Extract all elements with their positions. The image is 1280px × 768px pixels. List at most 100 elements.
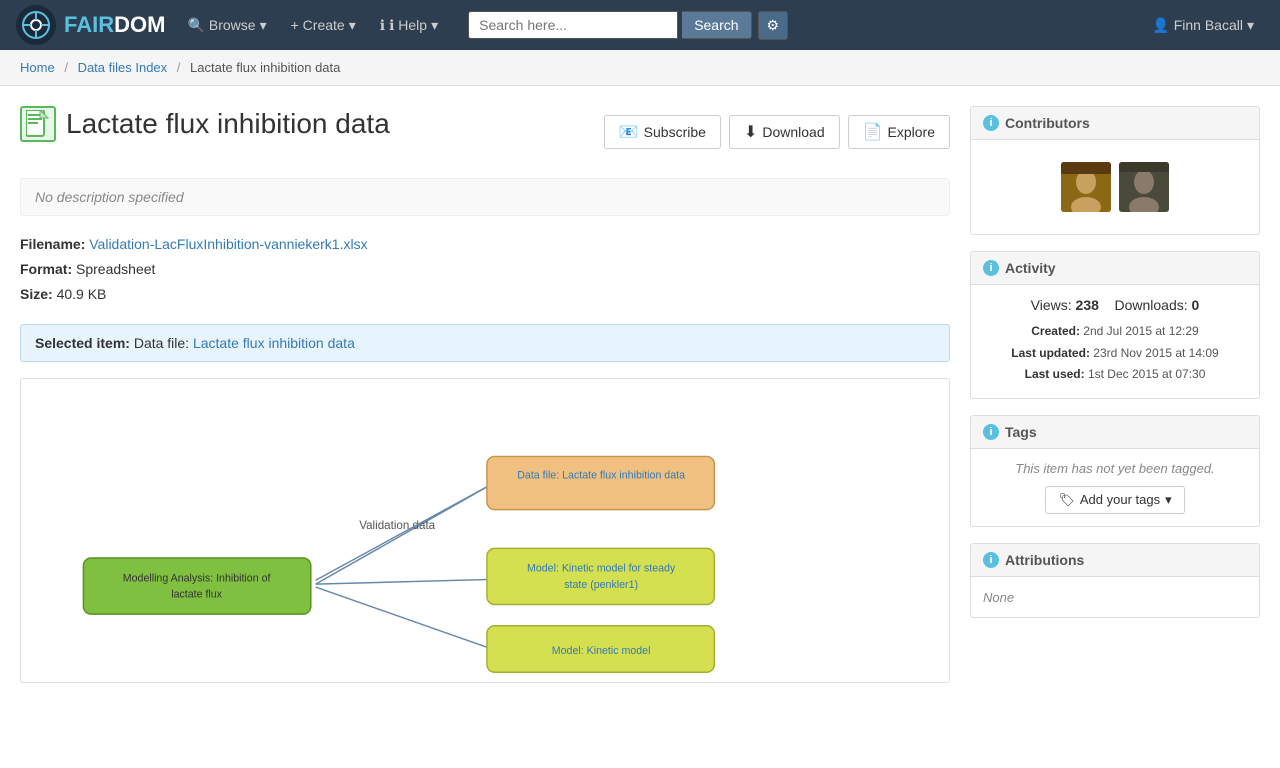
search-settings-button[interactable]: ⚙ <box>758 11 789 40</box>
create-btn[interactable]: + Create ▾ <box>281 11 366 40</box>
tags-info-icon: i <box>983 424 999 440</box>
node-main-text1: Data file: Lactate flux inhibition data <box>517 469 685 481</box>
subscribe-button[interactable]: 📧 Subscribe <box>604 115 721 149</box>
breadcrumb-sep-2: / <box>177 60 181 75</box>
activity-header: i Activity <box>971 252 1259 285</box>
download-button[interactable]: ⬇ Download <box>729 115 840 149</box>
browse-icon: 🔍 <box>187 17 204 34</box>
user-menu-btn[interactable]: 👤 Finn Bacall ▾ <box>1142 11 1264 40</box>
used-value: 1st Dec 2015 at 07:30 <box>1088 367 1205 381</box>
description-box: No description specified <box>20 178 950 216</box>
attributions-body: None <box>971 577 1259 617</box>
avatar-img-2 <box>1119 162 1169 212</box>
action-buttons: 📧 Subscribe ⬇ Download 📄 Explore <box>604 115 950 149</box>
updated-label: Last updated: <box>1011 346 1090 360</box>
activity-dates: Created: 2nd Jul 2015 at 12:29 Last upda… <box>983 321 1247 386</box>
created-label: Created: <box>1031 324 1080 338</box>
create-label: + Create <box>291 17 345 33</box>
attributions-none: None <box>983 590 1014 605</box>
explore-icon: 📄 <box>863 122 883 142</box>
nav-items: 🔍 Browse ▾ + Create ▾ ℹ ℹ Help ▾ <box>177 11 448 40</box>
subscribe-icon: 📧 <box>619 122 639 142</box>
activity-stats: Views: 238 Downloads: 0 <box>983 297 1247 313</box>
user-chevron-icon: ▾ <box>1247 17 1254 34</box>
title-action-row: Lactate flux inhibition data 📧 Subscribe… <box>20 106 950 158</box>
created-row: Created: 2nd Jul 2015 at 12:29 <box>983 321 1247 343</box>
edge-analysis-model1 <box>316 579 495 584</box>
download-label: Download <box>762 124 824 140</box>
avatar-img-1 <box>1061 162 1111 212</box>
tags-header: i Tags <box>971 416 1259 449</box>
node-model1[interactable] <box>487 548 714 604</box>
contributors-avatars <box>983 152 1247 222</box>
contributors-body <box>971 140 1259 234</box>
add-tags-label: Add your tags <box>1080 492 1160 507</box>
selected-item-box: Selected item: Data file: Lactate flux i… <box>20 324 950 362</box>
user-icon: 👤 <box>1152 17 1169 34</box>
help-chevron-icon: ▾ <box>431 17 438 34</box>
add-tags-chevron-icon: ▾ <box>1165 492 1172 508</box>
tags-title: Tags <box>1005 424 1037 440</box>
download-icon: ⬇ <box>744 122 757 142</box>
browse-chevron-icon: ▾ <box>260 17 267 34</box>
node-analysis[interactable] <box>83 558 310 614</box>
format-row: Format: Spreadsheet <box>20 257 950 282</box>
content-area: Lactate flux inhibition data 📧 Subscribe… <box>20 106 970 683</box>
updated-value: 23rd Nov 2015 at 14:09 <box>1093 346 1218 360</box>
selected-prefix: Selected item: <box>35 335 130 351</box>
avatar-2[interactable] <box>1119 162 1169 212</box>
add-tags-button[interactable]: 🏷 Add your tags ▾ <box>1045 486 1184 514</box>
breadcrumb-home[interactable]: Home <box>20 60 55 75</box>
navbar: FAIRDOM 🔍 Browse ▾ + Create ▾ ℹ ℹ Help ▾… <box>0 0 1280 50</box>
activity-panel: i Activity Views: 238 Downloads: 0 Creat… <box>970 251 1260 399</box>
browse-btn[interactable]: 🔍 Browse ▾ <box>177 11 276 40</box>
size-value: 40.9 KB <box>57 286 107 302</box>
created-value: 2nd Jul 2015 at 12:29 <box>1083 324 1198 338</box>
used-row: Last used: 1st Dec 2015 at 07:30 <box>983 364 1247 386</box>
page-title-row: Lactate flux inhibition data <box>20 106 390 142</box>
size-row: Size: 40.9 KB <box>20 282 950 307</box>
attributions-header: i Attributions <box>971 544 1259 577</box>
breadcrumb-index[interactable]: Data files Index <box>78 60 168 75</box>
contributors-info-icon: i <box>983 115 999 131</box>
brand-fair: FAIR <box>64 12 114 37</box>
node-model1-text1: Model: Kinetic model for steady <box>527 562 676 574</box>
explore-button[interactable]: 📄 Explore <box>848 115 950 149</box>
used-label: Last used: <box>1025 367 1085 381</box>
contributors-panel: i Contributors <box>970 106 1260 235</box>
filename-link[interactable]: Validation-LacFluxInhibition-vanniekerk1… <box>89 236 367 252</box>
format-value: Spreadsheet <box>76 261 155 277</box>
help-btn[interactable]: ℹ ℹ Help ▾ <box>370 11 448 40</box>
main-container: Lactate flux inhibition data 📧 Subscribe… <box>0 86 1280 703</box>
filename-label: Filename: <box>20 236 85 252</box>
brand-logo[interactable]: FAIRDOM <box>16 5 165 45</box>
explore-label: Explore <box>888 124 935 140</box>
browse-label: Browse <box>209 17 256 33</box>
page-title: Lactate flux inhibition data <box>66 108 390 140</box>
brand-dom: DOM <box>114 12 165 37</box>
file-metadata: Filename: Validation-LacFluxInhibition-v… <box>20 232 950 308</box>
selected-type: Data file: <box>134 335 189 351</box>
brand-icon <box>16 5 56 45</box>
contributors-title: Contributors <box>1005 115 1090 131</box>
contributors-header: i Contributors <box>971 107 1259 140</box>
search-button[interactable]: Search <box>682 11 751 39</box>
node-main[interactable] <box>487 456 714 509</box>
subscribe-label: Subscribe <box>644 124 706 140</box>
attributions-info-icon: i <box>983 552 999 568</box>
create-chevron-icon: ▾ <box>349 17 356 34</box>
breadcrumb: Home / Data files Index / Lactate flux i… <box>0 50 1280 86</box>
node-analysis-text2: lactate flux <box>171 588 222 600</box>
selected-item-link[interactable]: Lactate flux inhibition data <box>193 335 355 351</box>
edge-analysis-main <box>316 482 495 580</box>
breadcrumb-sep-1: / <box>64 60 68 75</box>
diagram-svg: Validation data Data file: Lactate flux … <box>21 379 949 679</box>
views-label: Views: <box>1031 297 1072 313</box>
sidebar: i Contributors <box>970 106 1260 683</box>
avatar-1[interactable] <box>1061 162 1111 212</box>
updated-row: Last updated: 23rd Nov 2015 at 14:09 <box>983 343 1247 365</box>
attributions-title: Attributions <box>1005 552 1084 568</box>
search-input[interactable] <box>468 11 678 39</box>
user-name: Finn Bacall <box>1174 17 1243 33</box>
help-icon: ℹ <box>380 17 385 34</box>
